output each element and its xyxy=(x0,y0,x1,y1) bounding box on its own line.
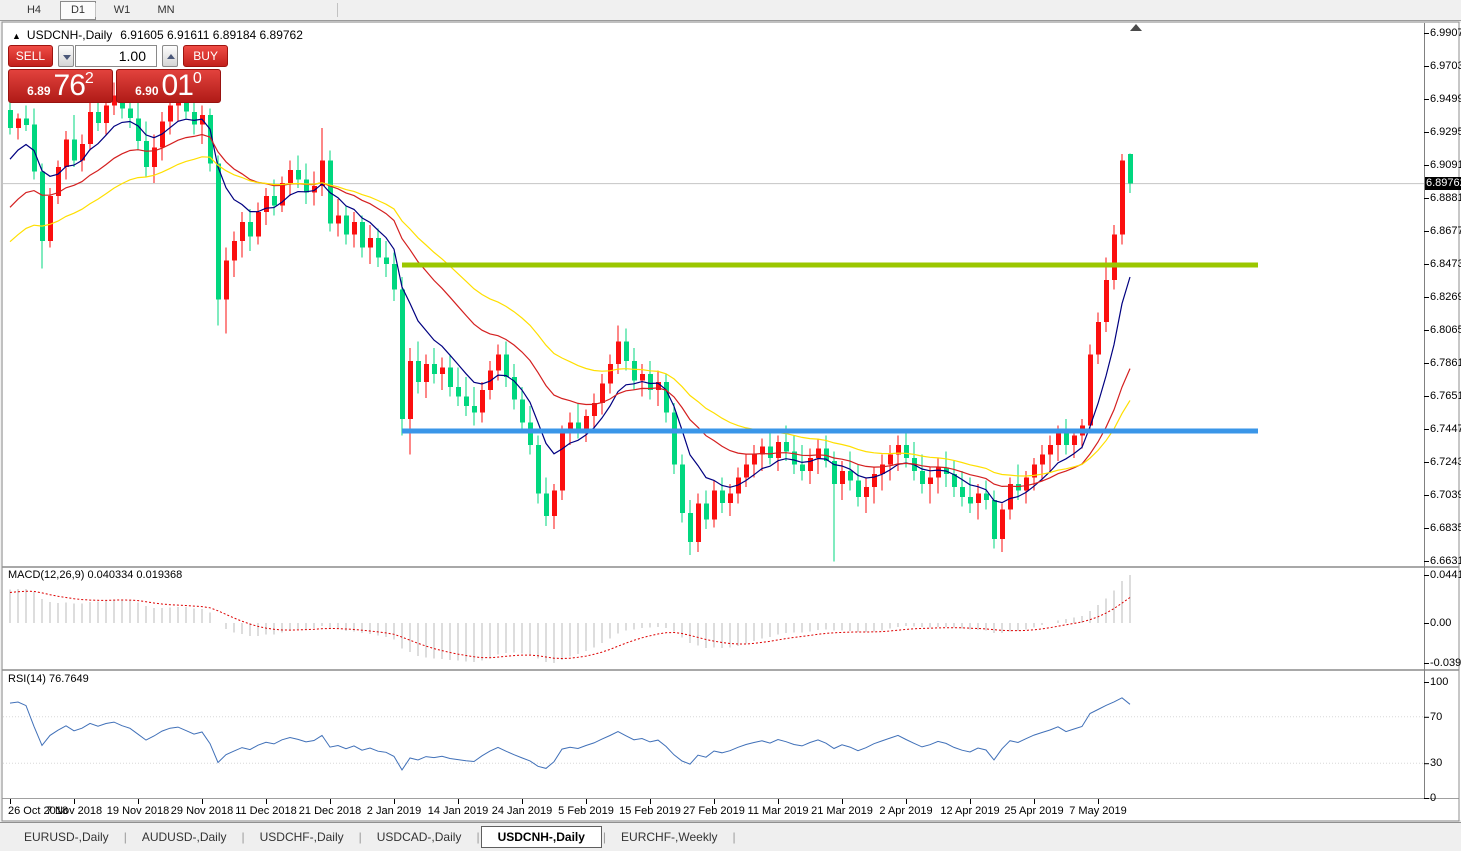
rsi-axis-label: 30 xyxy=(1430,757,1442,769)
price-axis-label: 6.97030 xyxy=(1430,60,1461,72)
date-axis-label: 2 Jan 2019 xyxy=(367,805,421,817)
tab-separator: | xyxy=(124,830,127,844)
date-axis-label: 15 Feb 2019 xyxy=(619,805,681,817)
price-axis-label: 6.78610 xyxy=(1430,357,1461,369)
buy-price-button[interactable]: 6.90 010 xyxy=(116,69,221,103)
price-axis-label: 6.88810 xyxy=(1430,192,1461,204)
bottom-tab-eurusd-daily[interactable]: EURUSD-,Daily xyxy=(10,827,123,847)
mt4-chart-window: { "timeframe_bar": { "items": [ {"label"… xyxy=(0,0,1461,851)
price-axis-label: 6.66310 xyxy=(1430,555,1461,567)
tab-separator: | xyxy=(603,830,606,844)
price-axis-label: 6.84730 xyxy=(1430,258,1461,270)
date-axis-label: 19 Nov 2018 xyxy=(107,805,169,817)
tab-separator: | xyxy=(733,830,736,844)
date-axis-label: 11 Dec 2018 xyxy=(235,805,297,817)
date-axis-label: 27 Feb 2019 xyxy=(683,805,745,817)
price-axis-label: 6.90910 xyxy=(1430,159,1461,171)
date-axis-label: 14 Jan 2019 xyxy=(428,805,489,817)
date-axis-label: 5 Feb 2019 xyxy=(558,805,614,817)
buy-button[interactable]: BUY xyxy=(183,45,228,67)
rsi-axis-label: 0 xyxy=(1430,792,1436,804)
sell-price-big: 76 xyxy=(54,70,85,102)
chart-tab-bar: EURUSD-,Daily|AUDUSD-,Daily|USDCHF-,Dail… xyxy=(0,822,1461,851)
one-click-trading-panel: SELL BUY 6.89 762 6.90 010 xyxy=(8,45,228,103)
tab-separator: | xyxy=(359,830,362,844)
volume-input[interactable] xyxy=(75,45,157,67)
rsi-indicator-label: RSI(14) 76.7649 xyxy=(8,673,89,685)
macd-axis-label: -0.03964 xyxy=(1430,657,1461,669)
volume-decrease-button[interactable] xyxy=(58,45,74,67)
rsi-axis-label: 100 xyxy=(1430,676,1448,688)
price-axis-label: 6.86770 xyxy=(1430,225,1461,237)
chart-canvas[interactable] xyxy=(0,0,1461,822)
bottom-tab-eurchf-weekly[interactable]: EURCHF-,Weekly xyxy=(607,827,731,847)
bottom-tab-audusd-daily[interactable]: AUDUSD-,Daily xyxy=(128,827,241,847)
date-axis-label: 2 Apr 2019 xyxy=(879,805,932,817)
date-axis-label: 25 Apr 2019 xyxy=(1004,805,1063,817)
bottom-tab-usdcad-daily[interactable]: USDCAD-,Daily xyxy=(363,827,476,847)
tab-separator: | xyxy=(476,830,479,844)
date-axis-label: 24 Jan 2019 xyxy=(492,805,553,817)
price-axis-label: 6.76510 xyxy=(1430,390,1461,402)
macd-axis-label: 0.044143 xyxy=(1430,569,1461,581)
chevron-up-icon xyxy=(167,54,175,59)
ohlc-values: 6.91605 6.91611 6.89184 6.89762 xyxy=(120,28,303,42)
symbol-period-label: USDCNH-,Daily xyxy=(27,28,112,42)
buy-price-sup: 0 xyxy=(193,71,202,87)
price-axis-label: 6.70390 xyxy=(1430,489,1461,501)
current-price-tag: 6.89762 xyxy=(1425,177,1461,190)
sell-price-button[interactable]: 6.89 762 xyxy=(8,69,113,103)
date-axis-label: 7 Nov 2018 xyxy=(46,805,102,817)
date-axis-label: 7 May 2019 xyxy=(1069,805,1126,817)
price-axis-label: 6.92950 xyxy=(1430,126,1461,138)
date-axis-label: 21 Dec 2018 xyxy=(299,805,361,817)
sell-price-sup: 2 xyxy=(85,71,94,87)
price-axis-label: 6.82690 xyxy=(1430,291,1461,303)
date-axis-label: 21 Mar 2019 xyxy=(811,805,873,817)
price-axis-label: 6.72430 xyxy=(1430,456,1461,468)
chart-title: ▲ USDCNH-,Daily 6.91605 6.91611 6.89184 6.… xyxy=(12,28,303,42)
sell-button[interactable]: SELL xyxy=(8,45,53,67)
bottom-tab-usdcnh-daily[interactable]: USDCNH-,Daily xyxy=(481,826,602,848)
price-axis-label: 6.99070 xyxy=(1430,27,1461,39)
collapse-panel-icon[interactable]: ▲ xyxy=(12,31,21,41)
chevron-down-icon xyxy=(63,55,71,60)
buy-price-prefix: 6.90 xyxy=(135,84,158,98)
sell-price-prefix: 6.89 xyxy=(27,84,50,98)
date-axis-label: 29 Nov 2018 xyxy=(171,805,233,817)
date-axis-label: 11 Mar 2019 xyxy=(748,805,809,817)
tab-separator: | xyxy=(242,830,245,844)
price-axis-label: 6.80650 xyxy=(1430,324,1461,336)
bottom-tab-usdchf-daily[interactable]: USDCHF-,Daily xyxy=(246,827,358,847)
price-axis-label: 6.68350 xyxy=(1430,522,1461,534)
price-axis-label: 6.94990 xyxy=(1430,93,1461,105)
buy-price-big: 01 xyxy=(162,70,193,102)
macd-axis-label: 0.00 xyxy=(1430,617,1451,629)
price-axis-label: 6.74470 xyxy=(1430,423,1461,435)
macd-indicator-label: MACD(12,26,9) 0.040334 0.019368 xyxy=(8,569,182,581)
volume-increase-button[interactable] xyxy=(162,45,178,67)
date-axis-label: 12 Apr 2019 xyxy=(940,805,999,817)
rsi-axis-label: 70 xyxy=(1430,711,1442,723)
